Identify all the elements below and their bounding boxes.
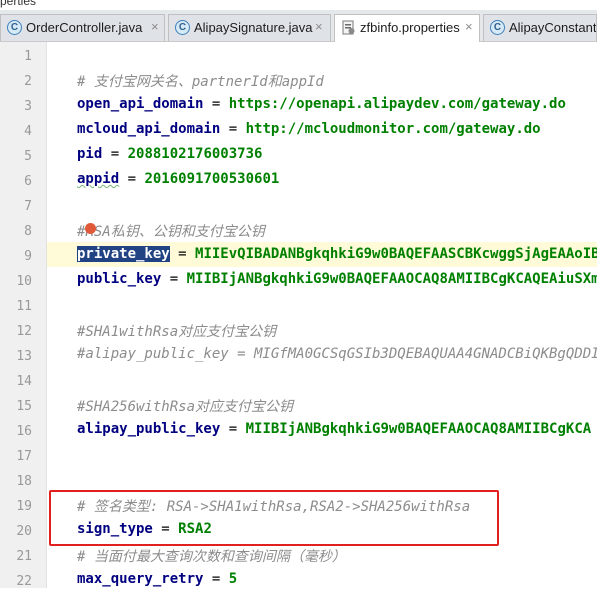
lightbulb-icon[interactable]	[85, 223, 96, 234]
code-line[interactable]: mcloud_api_domain = http://mcloudmonitor…	[47, 117, 597, 142]
line-number: 1	[24, 49, 32, 64]
line-number: 8	[24, 224, 32, 239]
code-line[interactable]: open_api_domain = https://openapi.alipay…	[47, 92, 597, 117]
line-number: 17	[16, 449, 32, 464]
tab-zfbinfo-properties[interactable]: zfbinfo.properties ×	[334, 14, 480, 42]
property-key: open_api_domain	[77, 96, 204, 112]
code-line[interactable]: #RSA私钥、公钥和支付宝公钥	[47, 217, 597, 242]
code-line[interactable]	[47, 42, 597, 67]
property-value: MIIEvQIBADANBgkqhkiG9w0BAQEFAASCBKcwggSj…	[195, 246, 597, 262]
property-key: public_key	[77, 271, 162, 287]
property-value: https://openapi.alipaydev.com/gateway.do	[228, 96, 566, 112]
equals-sign: =	[161, 271, 187, 287]
tab-label: AlipaySignature.java	[194, 20, 313, 35]
line-number: 12	[16, 324, 32, 339]
line-number: 21	[16, 549, 32, 564]
close-icon[interactable]: ×	[151, 19, 159, 34]
code-line[interactable]: appid = 2016091700530601	[47, 167, 597, 192]
code-line[interactable]: max_query_retry = 5	[47, 567, 597, 588]
code-line[interactable]: alipay_public_key = MIIBIjANBgkqhkiG9w0B…	[47, 417, 597, 442]
tab-alipay-signature[interactable]: C AlipaySignature.java ×	[168, 14, 331, 41]
code-line[interactable]	[47, 442, 597, 467]
breadcrumb[interactable]: perties	[0, 0, 36, 8]
c-class-icon: C	[175, 20, 190, 35]
property-value: MIIBIjANBgkqhkiG9w0BAQEFAAOCAQ8AMIIBCgKC…	[245, 421, 592, 437]
code-line[interactable]: pid = 2088102176003736	[47, 142, 597, 167]
line-number: 4	[24, 124, 32, 139]
equals-sign: =	[102, 146, 128, 162]
property-value: 2016091700530601	[144, 171, 280, 187]
tab-label: OrderController.java	[26, 20, 143, 35]
code-line[interactable]: #alipay_public_key = MIGfMA0GCSqGSIb3DQE…	[47, 342, 597, 367]
close-icon[interactable]: ×	[465, 19, 473, 34]
code-line[interactable]: #SHA256withRsa对应支付宝公钥	[47, 392, 597, 417]
code-line[interactable]	[47, 367, 597, 392]
line-number-gutter: 1 2 3 4 5 6 7 8 9 10 11 12 13 14 15 16 1…	[0, 42, 47, 589]
property-value: 2088102176003736	[127, 146, 263, 162]
equals-sign: =	[169, 246, 196, 262]
equals-sign: =	[220, 421, 246, 437]
property-key: mcloud_api_domain	[77, 121, 221, 137]
comment-text: #RSA私钥、公钥和支付宝公钥	[77, 224, 265, 240]
line-number: 2	[24, 74, 32, 89]
line-number: 20	[16, 524, 32, 539]
tab-alipay-constants[interactable]: C AlipayConstants	[483, 14, 597, 41]
c-class-icon: C	[7, 20, 22, 35]
comment-text: # 当面付最大查询次数和查询间隔（毫秒）	[77, 549, 346, 565]
property-key: pid	[77, 146, 103, 162]
tab-order-controller[interactable]: C OrderController.java ×	[0, 14, 165, 41]
code-line-current[interactable]: private_key = MIIEvQIBADANBgkqhkiG9w0BAQ…	[47, 242, 597, 267]
equals-sign: =	[220, 121, 246, 137]
code-line[interactable]: #SHA1withRsa对应支付宝公钥	[47, 317, 597, 342]
line-number: 13	[16, 349, 32, 364]
comment-text: #SHA256withRsa对应支付宝公钥	[77, 399, 294, 415]
line-number: 16	[16, 424, 32, 439]
tab-label: zfbinfo.properties	[360, 20, 460, 35]
code-line[interactable]	[47, 192, 597, 217]
line-number: 6	[24, 174, 32, 189]
line-number: 22	[16, 574, 32, 589]
close-icon[interactable]: ×	[315, 19, 323, 34]
property-value: MIIBIjANBgkqhkiG9w0BAQEFAAOCAQ8AMIIBCgKC…	[186, 271, 597, 287]
properties-file-icon	[342, 20, 355, 35]
line-number: 3	[24, 99, 32, 114]
comment-text: #SHA1withRsa对应支付宝公钥	[77, 324, 277, 340]
code-line[interactable]	[47, 292, 597, 317]
line-number: 19	[16, 499, 32, 514]
code-line[interactable]	[47, 467, 597, 492]
line-number: 18	[16, 474, 32, 489]
code-line[interactable]: public_key = MIIBIjANBgkqhkiG9w0BAQEFAAO…	[47, 267, 597, 292]
annotation-highlight-box	[49, 490, 499, 546]
line-number: 9	[24, 249, 32, 264]
editor-tab-bar: C OrderController.java × C AlipaySignatu…	[0, 10, 597, 42]
equals-sign: =	[203, 96, 229, 112]
comment-text: #alipay_public_key = MIGfMA0GCSqGSIb3DQE…	[77, 346, 597, 362]
property-key: max_query_retry	[77, 571, 204, 587]
line-number: 10	[16, 274, 32, 289]
property-key: appid	[77, 171, 120, 187]
line-number: 5	[24, 149, 32, 164]
property-key-selected[interactable]: private_key	[77, 246, 170, 262]
line-number: 7	[24, 199, 32, 214]
equals-sign: =	[203, 571, 229, 587]
property-value: http://mcloudmonitor.com/gateway.do	[245, 121, 541, 137]
tab-label: AlipayConstants	[509, 20, 597, 35]
code-line[interactable]: # 支付宝网关名、partnerId和appId	[47, 67, 597, 92]
line-number: 14	[16, 374, 32, 389]
line-number: 15	[16, 399, 32, 414]
property-value: 5	[228, 571, 238, 587]
c-class-icon: C	[490, 20, 505, 35]
property-key: alipay_public_key	[77, 421, 221, 437]
line-number: 11	[16, 299, 32, 314]
comment-text: # 支付宝网关名、partnerId和appId	[77, 74, 324, 90]
equals-sign: =	[119, 171, 145, 187]
